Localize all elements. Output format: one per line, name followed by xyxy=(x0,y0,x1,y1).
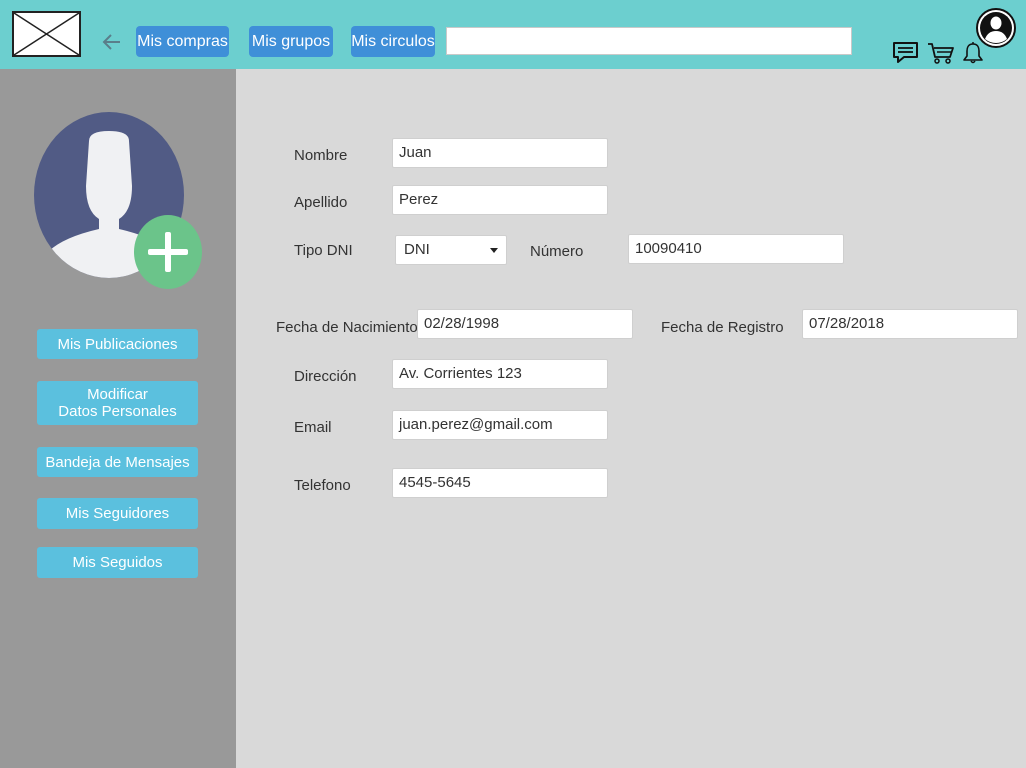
back-arrow-icon[interactable] xyxy=(100,30,124,54)
fecha-registro-label: Fecha de Registro xyxy=(661,319,784,336)
nav-mis-grupos[interactable]: Mis grupos xyxy=(249,26,333,57)
tipo-dni-label: Tipo DNI xyxy=(294,242,353,259)
fecha-nacimiento-label: Fecha de Nacimiento xyxy=(276,319,418,336)
fecha-registro-field[interactable]: 07/28/2018 xyxy=(802,309,1018,339)
telefono-field[interactable]: 4545-5645 xyxy=(392,468,608,498)
profile-form xyxy=(236,69,1026,768)
numero-label: Número xyxy=(530,243,584,260)
chevron-down-icon xyxy=(490,248,498,253)
logo-placeholder-icon[interactable] xyxy=(12,11,81,57)
nav-mis-compras[interactable]: Mis compras xyxy=(136,26,229,57)
email-label: Email xyxy=(294,419,332,436)
tipo-dni-select[interactable]: DNI xyxy=(395,235,507,265)
nombre-label: Nombre xyxy=(294,147,348,164)
email-field[interactable]: juan.perez@gmail.com xyxy=(392,410,608,440)
sidebar-item-mis-seguidores[interactable]: Mis Seguidores xyxy=(37,498,198,529)
user-avatar-icon[interactable] xyxy=(976,8,1016,48)
cart-icon[interactable] xyxy=(927,41,955,65)
sidebar: Mis Publicaciones Modificar Datos Person… xyxy=(0,69,236,768)
direccion-label: Dirección xyxy=(294,368,357,385)
tipo-dni-value: DNI xyxy=(404,241,430,258)
nav-mis-circulos[interactable]: Mis circulos xyxy=(351,26,435,57)
telefono-label: Telefono xyxy=(294,477,351,494)
sidebar-item-bandeja-mensajes[interactable]: Bandeja de Mensajes xyxy=(37,447,198,477)
fecha-nacimiento-field[interactable]: 02/28/1998 xyxy=(417,309,633,339)
top-bar: Mis compras Mis grupos Mis circulos xyxy=(0,0,1026,69)
apellido-field[interactable]: Perez xyxy=(392,185,608,215)
add-photo-icon[interactable] xyxy=(134,215,202,289)
nombre-field[interactable]: Juan xyxy=(392,138,608,168)
numero-field[interactable]: 10090410 xyxy=(628,234,844,264)
sidebar-item-mis-publicaciones[interactable]: Mis Publicaciones xyxy=(37,329,198,359)
apellido-label: Apellido xyxy=(294,194,348,211)
search-input[interactable] xyxy=(446,27,852,55)
direccion-field[interactable]: Av. Corrientes 123 xyxy=(392,359,608,389)
sidebar-item-mis-seguidos[interactable]: Mis Seguidos xyxy=(37,547,198,578)
chat-icon[interactable] xyxy=(892,41,919,65)
sidebar-item-modificar-datos[interactable]: Modificar Datos Personales xyxy=(37,381,198,425)
